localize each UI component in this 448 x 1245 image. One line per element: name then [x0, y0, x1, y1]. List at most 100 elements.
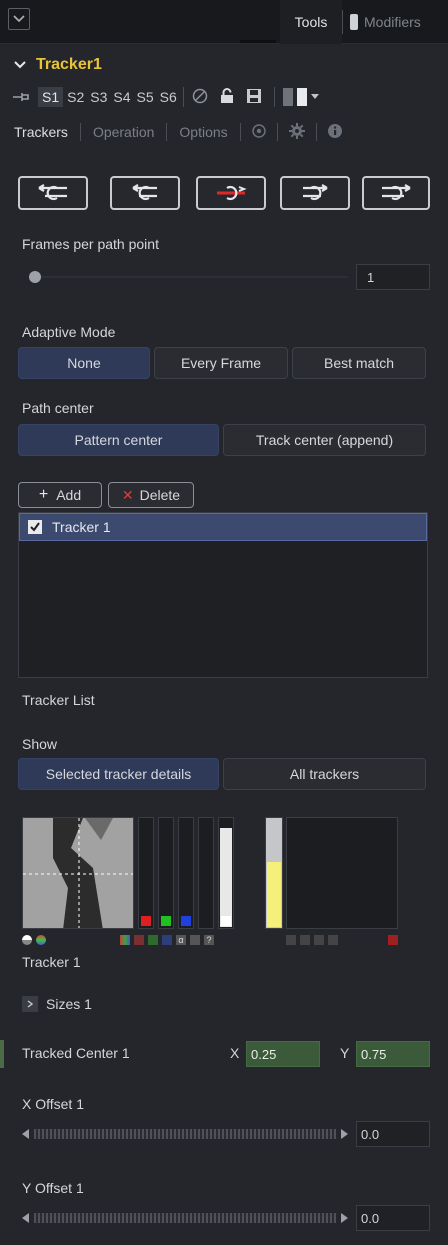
path-center-pattern-label: Pattern center [74, 432, 163, 448]
y-offset-input[interactable]: 0.0 [356, 1205, 430, 1231]
blue-view-icon[interactable] [162, 935, 172, 945]
tab-options[interactable]: Options [179, 124, 227, 140]
modifiers-tab-label: Modifiers [364, 14, 421, 30]
track-forward-button[interactable] [362, 176, 430, 210]
adaptive-mode-every-frame-button[interactable]: Every Frame [154, 347, 288, 379]
tracked-center-y-value: 0.75 [361, 1046, 387, 1062]
frames-per-path-point-handle[interactable] [29, 271, 41, 283]
stop-tracking-icon [217, 185, 247, 201]
add-tracker-label: Add [56, 487, 82, 503]
luma-view-icon[interactable] [190, 935, 200, 945]
plus-icon: + [38, 486, 49, 503]
go-end-icon[interactable] [314, 935, 324, 945]
tab-trackers[interactable]: Trackers [14, 124, 68, 140]
rgb-view-icon[interactable] [120, 935, 130, 945]
track-reverse-icon [38, 184, 67, 201]
track-forward-from-current-button[interactable] [280, 176, 350, 210]
tab-tools[interactable]: Tools [280, 0, 342, 44]
slot-s2[interactable]: S2 [67, 89, 84, 105]
track-reverse-button[interactable] [18, 176, 88, 210]
delete-tracker-button[interactable]: ✕ Delete [108, 482, 194, 508]
show-label: Show [22, 736, 58, 752]
frames-per-path-point-input[interactable]: 1 [356, 264, 430, 290]
decrement-arrow-icon [22, 1213, 29, 1223]
tracker-path-graph [286, 817, 398, 929]
tracker-list[interactable]: Tracker 1 [18, 512, 428, 678]
color-swatch-icon[interactable] [282, 88, 319, 106]
alpha-view-icon[interactable]: α [176, 935, 186, 945]
color-toggle-icon[interactable] [36, 935, 46, 945]
x-offset-input[interactable]: 0.0 [356, 1121, 430, 1147]
channel-meter-green [158, 817, 174, 929]
sizes-expander[interactable]: Sizes 1 [22, 994, 92, 1014]
path-center-track-button[interactable]: Track center (append) [223, 424, 426, 456]
x-offset-wheel [34, 1129, 336, 1139]
tab-operation[interactable]: Operation [93, 124, 154, 140]
tracker-preview-name: Tracker 1 [22, 954, 81, 970]
save-settings-icon[interactable] [246, 88, 262, 107]
tracked-center-y-input[interactable]: 0.75 [356, 1041, 430, 1067]
pin-icon[interactable] [12, 92, 38, 102]
tracked-center-y-label: Y [340, 1045, 350, 1061]
gear-icon[interactable] [288, 122, 306, 143]
x-offset-thumbwheel[interactable] [22, 1127, 348, 1141]
tracked-center-marker [0, 1040, 4, 1068]
tab-modifiers[interactable]: Modifiers [350, 0, 448, 44]
stop-tracking-button[interactable] [196, 176, 266, 210]
tracked-center-x-input[interactable]: 0.25 [246, 1041, 320, 1067]
lock-icon[interactable] [220, 87, 234, 107]
show-all-button[interactable]: All trackers [223, 758, 426, 790]
decrement-arrow-icon [22, 1129, 29, 1139]
luminance-fill [220, 828, 232, 927]
tab-settings-icon[interactable] [251, 123, 267, 142]
loop-icon[interactable] [328, 935, 338, 945]
tracker-list-caption: Tracker List [22, 692, 95, 708]
disable-icon[interactable] [192, 88, 208, 107]
green-view-icon[interactable] [148, 935, 158, 945]
channel-meter-blue [178, 817, 194, 929]
adaptive-mode-best-match-label: Best match [323, 355, 395, 371]
clear-icon[interactable] [388, 935, 398, 945]
track-reverse-from-current-button[interactable] [110, 176, 180, 210]
adaptive-mode-none-button[interactable]: None [18, 347, 150, 379]
collapse-all-checkbox[interactable] [8, 8, 30, 30]
tracker-list-item[interactable]: Tracker 1 [19, 513, 427, 541]
tab-bar: Trackers Operation Options [14, 120, 444, 144]
version-toolbar: S1 S2 S3 S4 S5 S6 [12, 84, 442, 110]
tracker-enabled-checkbox[interactable] [28, 520, 42, 534]
slot-s6[interactable]: S6 [160, 89, 177, 105]
add-tracker-button[interactable]: + Add [18, 482, 102, 508]
slot-s3[interactable]: S3 [90, 89, 107, 105]
luminance-meter [218, 817, 234, 929]
help-icon[interactable]: ? [204, 935, 214, 945]
header-bar: Tools Modifiers [0, 0, 448, 44]
path-center-pattern-button[interactable]: Pattern center [18, 424, 219, 456]
dropdown-arrow-icon [310, 94, 319, 99]
red-view-icon[interactable] [134, 935, 144, 945]
slot-s1[interactable]: S1 [38, 87, 64, 107]
tracker-list-item-label: Tracker 1 [52, 519, 111, 535]
frames-per-path-point-slider[interactable] [30, 276, 348, 278]
track-buttons-row [18, 176, 430, 210]
adaptive-mode-best-match-button[interactable]: Best match [292, 347, 426, 379]
track-forward-icon [382, 184, 411, 201]
track-reverse-current-icon [132, 184, 157, 201]
frames-per-path-point-label: Frames per path point [22, 236, 159, 252]
show-selected-button[interactable]: Selected tracker details [18, 758, 219, 790]
channel-meter-red [138, 817, 154, 929]
red-channel-swatch [141, 916, 151, 926]
tool-header[interactable]: Tracker1 [14, 52, 102, 78]
path-center-label: Path center [22, 400, 94, 416]
slot-s5[interactable]: S5 [137, 89, 154, 105]
x-offset-label: X Offset 1 [22, 1096, 84, 1112]
match-quality-fill [267, 862, 281, 927]
luma-toggle-icon[interactable] [22, 935, 32, 945]
go-start-icon[interactable] [286, 935, 296, 945]
y-offset-value: 0.0 [361, 1210, 380, 1226]
path-center-track-label: Track center (append) [255, 432, 394, 448]
y-offset-thumbwheel[interactable] [22, 1211, 348, 1225]
info-icon[interactable] [327, 123, 343, 142]
play-icon[interactable] [300, 935, 310, 945]
tools-tab-label: Tools [294, 14, 328, 30]
slot-s4[interactable]: S4 [113, 89, 130, 105]
